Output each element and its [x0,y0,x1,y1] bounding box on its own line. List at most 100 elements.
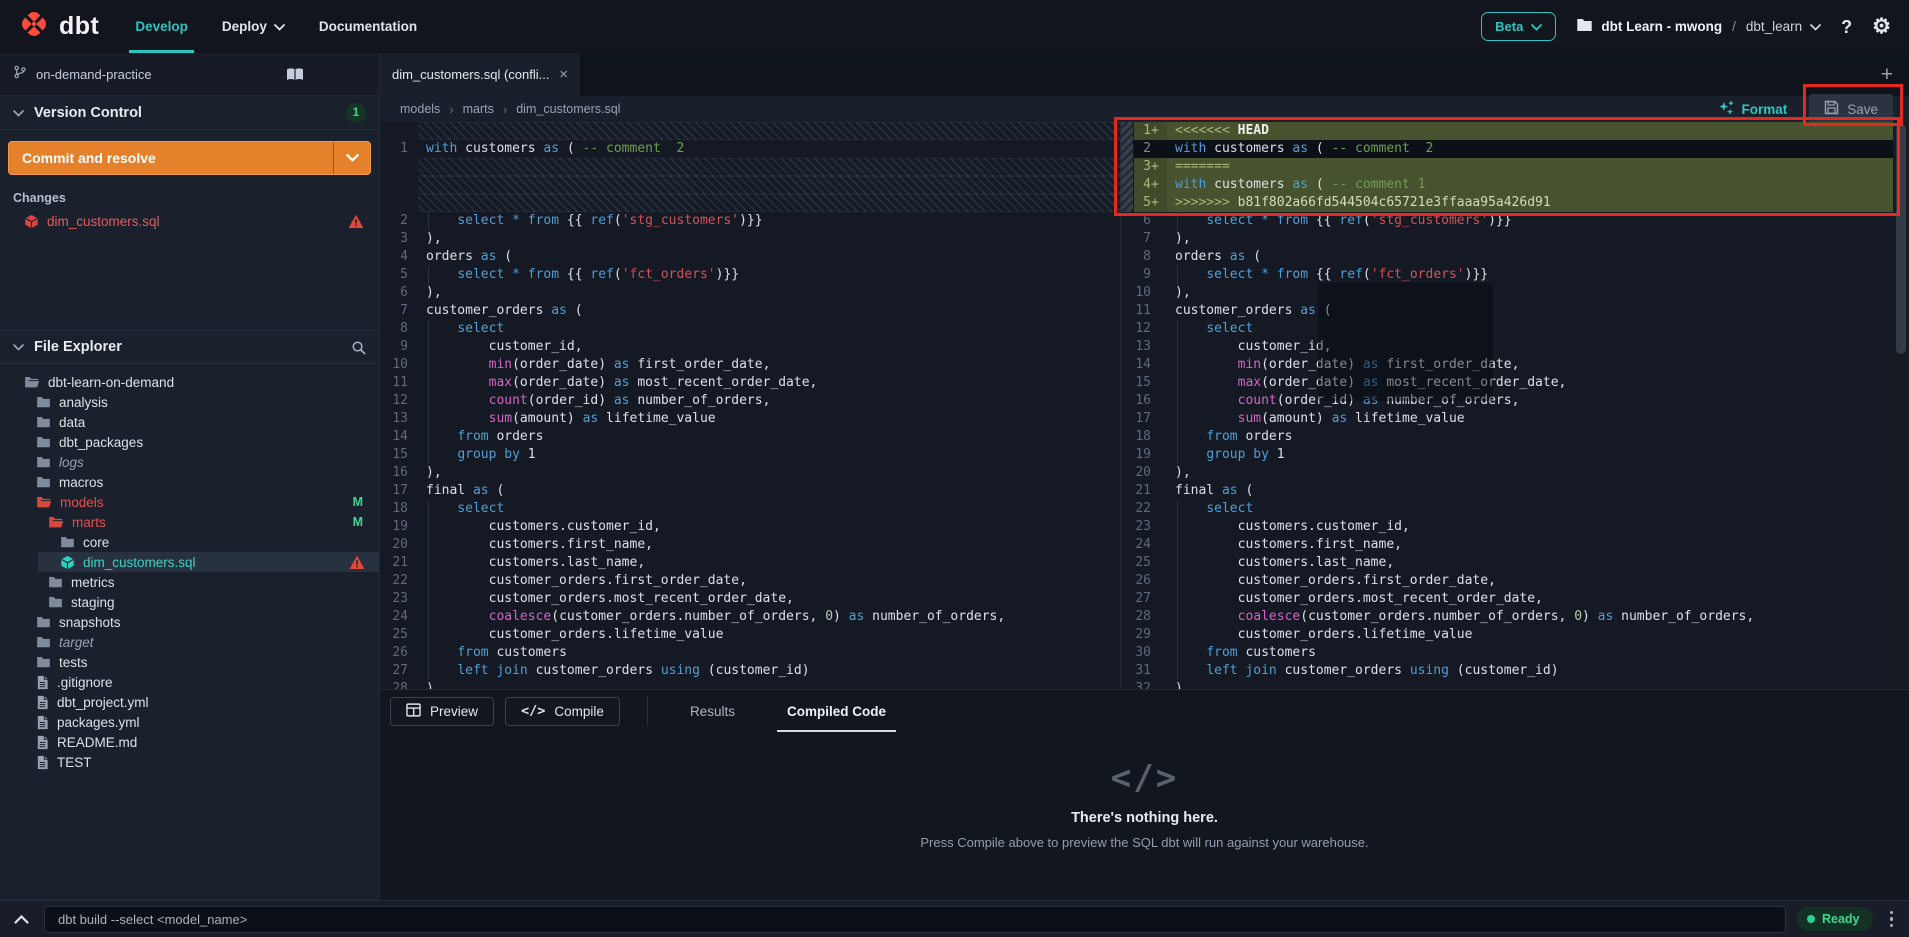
nav-item-documentation[interactable]: Documentation [319,0,417,53]
commit-and-resolve-button[interactable]: Commit and resolve [8,141,371,175]
new-tab-plus-icon[interactable]: + [1881,63,1893,87]
code-line[interactable]: 13 sum(amount) as lifetime_value [380,410,1120,428]
file-tree-item-logs[interactable]: logs [0,452,379,472]
code-line[interactable]: 2with customers as ( -- comment 2 [1121,140,1893,158]
diff-filler-row[interactable] [380,158,1120,176]
code-line[interactable]: 19 group by 1 [1121,446,1893,464]
format-button[interactable]: Format [1718,100,1787,119]
code-line[interactable]: 21 customers.last_name, [380,554,1120,572]
code-line[interactable]: 17 sum(amount) as lifetime_value [1121,410,1893,428]
code-line[interactable]: 25 customer_orders.lifetime_value [380,626,1120,644]
code-line[interactable]: 28) [380,680,1120,689]
diff-filler-row[interactable] [380,122,1120,140]
code-line[interactable]: 23 customer_orders.most_recent_order_dat… [380,590,1120,608]
compile-button[interactable]: </> Compile [505,697,620,726]
code-line[interactable]: 9 customer_id, [380,338,1120,356]
code-line[interactable]: 12 select [1121,320,1893,338]
tab-results[interactable]: Results [686,690,739,732]
code-line[interactable]: 3+======= [1121,158,1893,176]
file-tree-item-data[interactable]: data [0,412,379,432]
code-line[interactable]: 14 min(order_date) as first_order_date, [1121,356,1893,374]
code-line[interactable]: 15 max(order_date) as most_recent_order_… [1121,374,1893,392]
code-line[interactable]: 18 from orders [1121,428,1893,446]
file-tree-item-analysis[interactable]: analysis [0,392,379,412]
diff-pane-incoming[interactable]: 1+<<<<<<< HEAD2with customers as ( -- co… [1120,122,1893,689]
file-tree-item-dbt-learn-on-demand[interactable]: dbt-learn-on-demand [0,372,379,392]
file-tree-item-dim-customers-sql[interactable]: dim_customers.sql [0,552,379,572]
command-input[interactable] [44,906,1786,933]
file-tree-item-dbt-project-yml[interactable]: dbt_project.yml [0,692,379,712]
diff-filler-row[interactable] [380,176,1120,194]
code-line[interactable]: 7), [1121,230,1893,248]
tab-dim-customers[interactable]: dim_customers.sql (confli... × [380,53,580,96]
code-line[interactable]: 2 select * from {{ ref('stg_customers')}… [380,212,1120,230]
code-line[interactable]: 7customer_orders as ( [380,302,1120,320]
breadcrumb-item[interactable]: marts [463,102,494,116]
code-line[interactable]: 5 select * from {{ ref('fct_orders')}} [380,266,1120,284]
code-line[interactable]: 22 customer_orders.first_order_date, [380,572,1120,590]
breadcrumb-item[interactable]: models [400,102,440,116]
code-line[interactable]: 20 customers.first_name, [380,536,1120,554]
code-line[interactable]: 9 select * from {{ ref('fct_orders')}} [1121,266,1893,284]
search-icon[interactable] [351,340,366,355]
code-line[interactable]: 6), [380,284,1120,302]
scrollbar-thumb[interactable] [1896,124,1906,354]
close-icon[interactable]: × [559,66,568,83]
code-line[interactable]: 10 min(order_date) as first_order_date, [380,356,1120,374]
file-tree-item-packages-yml[interactable]: packages.yml [0,712,379,732]
code-line[interactable]: 26 customer_orders.first_order_date, [1121,572,1893,590]
code-line[interactable]: 19 customers.customer_id, [380,518,1120,536]
file-tree-item-tests[interactable]: tests [0,652,379,672]
chevron-up-icon[interactable] [10,915,33,924]
diff-pane-current[interactable]: 1with customers as ( -- comment 22 selec… [380,122,1120,689]
file-tree-item-macros[interactable]: macros [0,472,379,492]
editor-scrollbar[interactable] [1893,122,1909,689]
code-line[interactable]: 27 left join customer_orders using (cust… [380,662,1120,680]
file-tree-item-dbt-packages[interactable]: dbt_packages [0,432,379,452]
code-line[interactable]: 4+with customers as ( -- comment 1 [1121,176,1893,194]
nav-item-develop[interactable]: Develop [135,0,188,53]
code-line[interactable]: 22 select [1121,500,1893,518]
file-tree-item-metrics[interactable]: metrics [0,572,379,592]
code-line[interactable]: 26 from customers [380,644,1120,662]
code-line[interactable]: 12 count(order_id) as number_of_orders, [380,392,1120,410]
preview-button[interactable]: Preview [390,697,494,726]
version-control-header[interactable]: Version Control 1 [0,96,379,130]
code-line[interactable]: 23 customers.customer_id, [1121,518,1893,536]
code-line[interactable]: 5+>>>>>>> b81f802a66fd544504c65721e3ffaa… [1121,194,1893,212]
code-line[interactable]: 24 customers.first_name, [1121,536,1893,554]
code-line[interactable]: 24 coalesce(customer_orders.number_of_or… [380,608,1120,626]
file-tree-item--gitignore[interactable]: .gitignore [0,672,379,692]
code-line[interactable]: 28 coalesce(customer_orders.number_of_or… [1121,608,1893,626]
code-line[interactable]: 15 group by 1 [380,446,1120,464]
file-tree-item-staging[interactable]: staging [0,592,379,612]
gear-icon[interactable]: ⚙ [1872,16,1891,37]
code-line[interactable]: 32) [1121,680,1893,689]
help-icon[interactable]: ? [1841,18,1852,36]
code-line[interactable]: 20), [1121,464,1893,482]
file-tree-item-models[interactable]: modelsM [0,492,379,512]
code-line[interactable]: 14 from orders [380,428,1120,446]
docs-book-icon[interactable] [286,67,304,82]
code-line[interactable]: 31 left join customer_orders using (cust… [1121,662,1893,680]
file-tree-item-core[interactable]: core [0,532,379,552]
diff-gutter-revert-bar[interactable] [1121,122,1134,212]
code-line[interactable]: 3), [380,230,1120,248]
diff-filler-row[interactable] [380,194,1120,212]
changed-file-item[interactable]: dim_customers.sql [0,209,379,233]
nav-item-deploy[interactable]: Deploy [222,0,285,53]
tab-compiled-code[interactable]: Compiled Code [783,690,890,732]
code-line[interactable]: 13 customer_id, [1121,338,1893,356]
file-tree-item-snapshots[interactable]: snapshots [0,612,379,632]
code-line[interactable]: 29 customer_orders.lifetime_value [1121,626,1893,644]
code-line[interactable]: 8orders as ( [1121,248,1893,266]
code-line[interactable]: 1+<<<<<<< HEAD [1121,122,1893,140]
code-line[interactable]: 17final as ( [380,482,1120,500]
code-line[interactable]: 6 select * from {{ ref('stg_customers')}… [1121,212,1893,230]
code-line[interactable]: 11 max(order_date) as most_recent_order_… [380,374,1120,392]
code-line[interactable]: 30 from customers [1121,644,1893,662]
file-tree-item-test[interactable]: TEST [0,752,379,772]
file-explorer-header[interactable]: File Explorer [0,330,379,364]
code-line[interactable]: 16 count(order_id) as number_of_orders, [1121,392,1893,410]
code-line[interactable]: 27 customer_orders.most_recent_order_dat… [1121,590,1893,608]
